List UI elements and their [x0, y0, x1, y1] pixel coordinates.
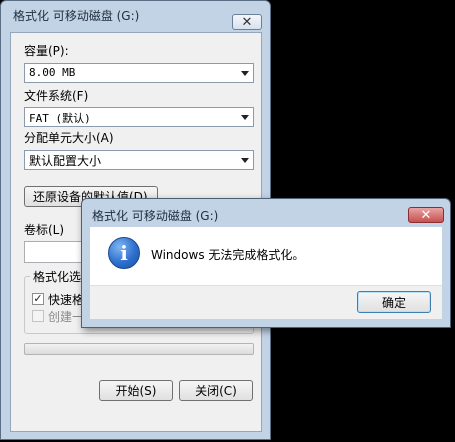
- ok-button[interactable]: 确定: [357, 291, 431, 313]
- message-box-close-button[interactable]: ✕: [408, 207, 444, 223]
- message-box-body: i Windows 无法完成格式化。: [90, 227, 442, 285]
- file-system-select[interactable]: FAT (默认): [24, 107, 254, 127]
- message-text: Windows 无法完成格式化。: [151, 248, 305, 262]
- quick-format-checkbox[interactable]: ✓: [32, 293, 44, 305]
- close-button[interactable]: 关闭(C): [179, 380, 253, 401]
- start-button[interactable]: 开始(S): [99, 380, 173, 401]
- file-system-value: FAT (默认): [29, 112, 91, 125]
- create-msdos-checkbox[interactable]: [32, 310, 44, 322]
- format-dialog-title: 格式化 可移动磁盘 (G:): [13, 9, 140, 23]
- chevron-down-icon: [241, 158, 249, 163]
- information-icon: i: [108, 237, 140, 269]
- file-system-label: 文件系统(F): [24, 89, 89, 103]
- chevron-down-icon: [241, 115, 249, 120]
- allocation-select[interactable]: 默认配置大小: [24, 150, 254, 170]
- capacity-select[interactable]: 8.00 MB: [24, 63, 254, 83]
- checkmark-icon: ✓: [33, 292, 43, 305]
- message-box-footer: 确定: [90, 285, 442, 319]
- capacity-value: 8.00 MB: [29, 66, 76, 79]
- format-dialog-close-button[interactable]: ✕: [232, 14, 262, 30]
- allocation-label: 分配单元大小(A): [24, 131, 114, 145]
- error-message-box: 格式化 可移动磁盘 (G:) ✕ i Windows 无法完成格式化。 确定: [81, 198, 451, 328]
- chevron-down-icon: [241, 71, 249, 76]
- close-icon: ✕: [420, 207, 432, 223]
- format-progress-bar: [24, 343, 254, 355]
- volume-label-label: 卷标(L): [24, 223, 65, 237]
- allocation-value: 默认配置大小: [29, 154, 102, 168]
- close-icon: ✕: [241, 14, 253, 30]
- message-box-title: 格式化 可移动磁盘 (G:): [92, 209, 219, 223]
- capacity-label: 容量(P):: [24, 44, 69, 58]
